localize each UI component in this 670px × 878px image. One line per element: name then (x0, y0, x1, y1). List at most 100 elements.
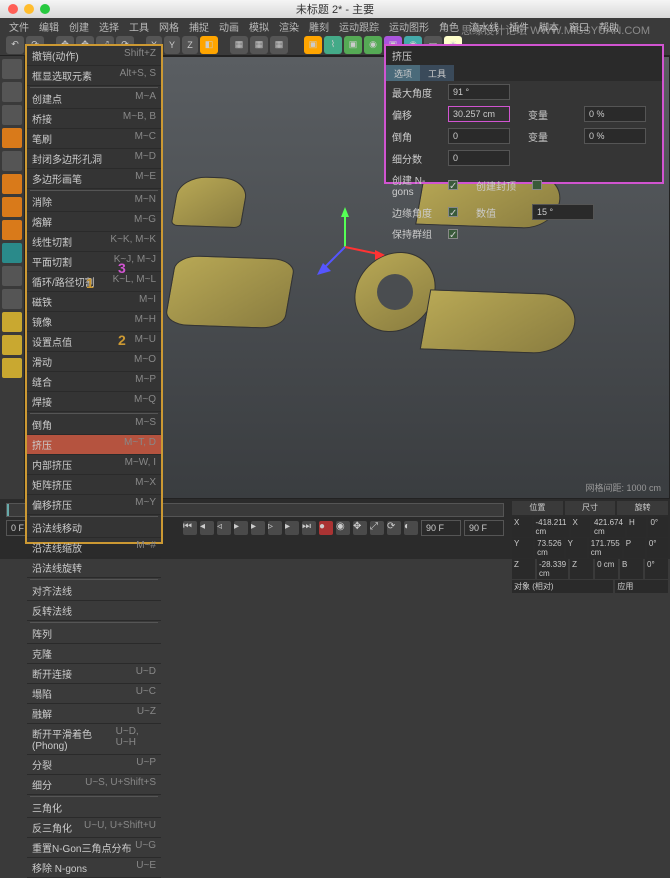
ctx-item[interactable]: 反三角化U~U, U+Shift+U (27, 818, 161, 838)
ctx-item[interactable]: 缝合M~P (27, 372, 161, 392)
goto-start-icon[interactable]: ⏮ (183, 521, 197, 535)
ctx-item[interactable]: 框显选取元素Alt+S, S (27, 66, 161, 86)
attr-input[interactable]: 0 % (584, 106, 646, 122)
move-gizmo[interactable] (305, 207, 385, 287)
attr-checkbox[interactable]: ✓ (448, 207, 458, 217)
coord-cell[interactable]: Z (512, 559, 535, 579)
ctx-item[interactable]: 循环/路径切割K~L, M~L (27, 272, 161, 292)
coord-cell[interactable]: 0° (647, 538, 668, 558)
key-param-icon[interactable]: ◐ (404, 521, 418, 535)
ctx-item[interactable]: 熔解M~G (27, 212, 161, 232)
ctx-item[interactable]: 矩阵挤压M~X (27, 475, 161, 495)
menu-模拟[interactable]: 模拟 (246, 18, 272, 35)
attr-input[interactable]: 30.257 cm (448, 106, 510, 122)
ctx-item[interactable]: 创建点M~A (27, 89, 161, 109)
ctx-item[interactable]: 撤销(动作)Shift+Z (27, 46, 161, 66)
ctx-item[interactable]: 内部挤压M~W, I (27, 455, 161, 475)
coord-cell[interactable]: X (512, 517, 532, 537)
close-dot[interactable] (8, 4, 18, 14)
tweak-icon[interactable] (2, 243, 22, 263)
make-editable-icon[interactable] (2, 59, 22, 79)
prev-key-icon[interactable]: ◂ (200, 521, 214, 535)
menu-雕刻[interactable]: 雕刻 (306, 18, 332, 35)
coord-cell[interactable]: 0 cm (595, 559, 618, 579)
coord-sys-icon[interactable]: ◧ (200, 36, 218, 54)
ctx-item[interactable]: 桥接M~B, B (27, 109, 161, 129)
attr-checkbox[interactable]: ✓ (448, 180, 458, 190)
key-pos-icon[interactable]: ✥ (353, 521, 367, 535)
ctx-item[interactable]: 三角化 (27, 798, 161, 818)
axis-mode-icon[interactable] (2, 151, 22, 171)
ctx-item[interactable]: 偏移挤压M~Y (27, 495, 161, 515)
min-dot[interactable] (24, 4, 34, 14)
lock-y-icon[interactable] (2, 335, 22, 355)
menu-网格[interactable]: 网格 (156, 18, 182, 35)
ctx-item[interactable]: 移除 N-gonsU~E (27, 858, 161, 878)
coord-cell[interactable]: Z (570, 559, 593, 579)
menu-选择[interactable]: 选择 (96, 18, 122, 35)
coord-cell[interactable]: 171.755 cm (589, 538, 622, 558)
ctx-item[interactable]: 反转法线 (27, 601, 161, 621)
ctx-item[interactable]: 阵列 (27, 624, 161, 644)
max-dot[interactable] (40, 4, 50, 14)
ctx-item[interactable]: 断开平滑着色(Phong)U~D, U~H (27, 724, 161, 755)
lock-x-icon[interactable] (2, 312, 22, 332)
edge-mode-icon[interactable] (2, 197, 22, 217)
ctx-item[interactable]: 重置N-Gon三角点分布U~G (27, 838, 161, 858)
coord-cell[interactable]: Y (566, 538, 587, 558)
coord-cell[interactable]: H (627, 517, 647, 537)
attr-input[interactable]: 0 (448, 128, 510, 144)
attr-input[interactable]: 0 % (584, 128, 646, 144)
menu-动画[interactable]: 动画 (216, 18, 242, 35)
menu-角色[interactable]: 角色 (436, 18, 462, 35)
lock-z-icon[interactable] (2, 358, 22, 378)
coord-cell[interactable]: 73.526 cm (535, 538, 563, 558)
attr-tab-tool[interactable]: 工具 (420, 65, 454, 81)
ctx-item[interactable]: 沿法线移动 (27, 518, 161, 538)
attr-checkbox[interactable]: ✓ (448, 229, 458, 239)
attr-input[interactable]: 0 (448, 150, 510, 166)
workplane-icon[interactable] (2, 289, 22, 309)
coord-cell[interactable]: -418.211 cm (534, 517, 569, 537)
object-mode-icon[interactable] (2, 128, 22, 148)
record-icon[interactable]: ● (319, 521, 333, 535)
undo-icon[interactable]: ↶ (6, 36, 24, 54)
axis-z-button[interactable]: Z (182, 36, 198, 54)
key-rot-icon[interactable]: ⟳ (387, 521, 401, 535)
ctx-item[interactable]: 分裂U~P (27, 755, 161, 775)
poly-mode-icon[interactable] (2, 220, 22, 240)
ctx-item[interactable]: 封闭多边形孔洞M~D (27, 149, 161, 169)
next-key-icon[interactable]: ▸ (285, 521, 299, 535)
menu-文件[interactable]: 文件 (6, 18, 32, 35)
generator2-icon[interactable]: ◉ (364, 36, 382, 54)
coord-cell[interactable]: 0° (645, 559, 668, 579)
menu-运动图形[interactable]: 运动图形 (386, 18, 432, 35)
menu-创建[interactable]: 创建 (66, 18, 92, 35)
ctx-item[interactable]: 磁铁M~I (27, 292, 161, 312)
key-scale-icon[interactable]: ⤢ (370, 521, 384, 535)
frame-end-input[interactable]: 90 F (421, 520, 461, 536)
attr-tab-options[interactable]: 选项 (386, 65, 420, 81)
ctx-item[interactable]: 沿法线旋转 (27, 558, 161, 578)
ctx-item[interactable]: 断开连接U~D (27, 664, 161, 684)
attr-input[interactable]: 91 ° (448, 84, 510, 100)
generator-icon[interactable]: ▣ (344, 36, 362, 54)
next-frame-icon[interactable]: ▹ (268, 521, 282, 535)
coord-tab-rot[interactable]: 旋转 (617, 501, 668, 515)
ctx-item[interactable]: 克隆 (27, 644, 161, 664)
spline-icon[interactable]: ⌇ (324, 36, 342, 54)
coord-cell[interactable]: P (624, 538, 645, 558)
render-set-icon[interactable]: ▦ (270, 36, 288, 54)
ctx-item[interactable]: 设置点值M~U (27, 332, 161, 352)
coord-cell[interactable]: 421.674 cm (592, 517, 625, 537)
ctx-item[interactable]: 镜像M~H (27, 312, 161, 332)
coord-tab-pos[interactable]: 位置 (512, 501, 563, 515)
goto-end-icon[interactable]: ⏭ (302, 521, 316, 535)
ctx-item[interactable]: 倒角M~S (27, 415, 161, 435)
attr-checkbox[interactable] (532, 180, 542, 190)
ctx-item[interactable]: 挤压M~T, D (27, 435, 161, 455)
ctx-item[interactable]: 笔刷M~C (27, 129, 161, 149)
ctx-item[interactable]: 细分U~S, U+Shift+S (27, 775, 161, 795)
attr-input[interactable]: 15 ° (532, 204, 594, 220)
menu-编辑[interactable]: 编辑 (36, 18, 62, 35)
